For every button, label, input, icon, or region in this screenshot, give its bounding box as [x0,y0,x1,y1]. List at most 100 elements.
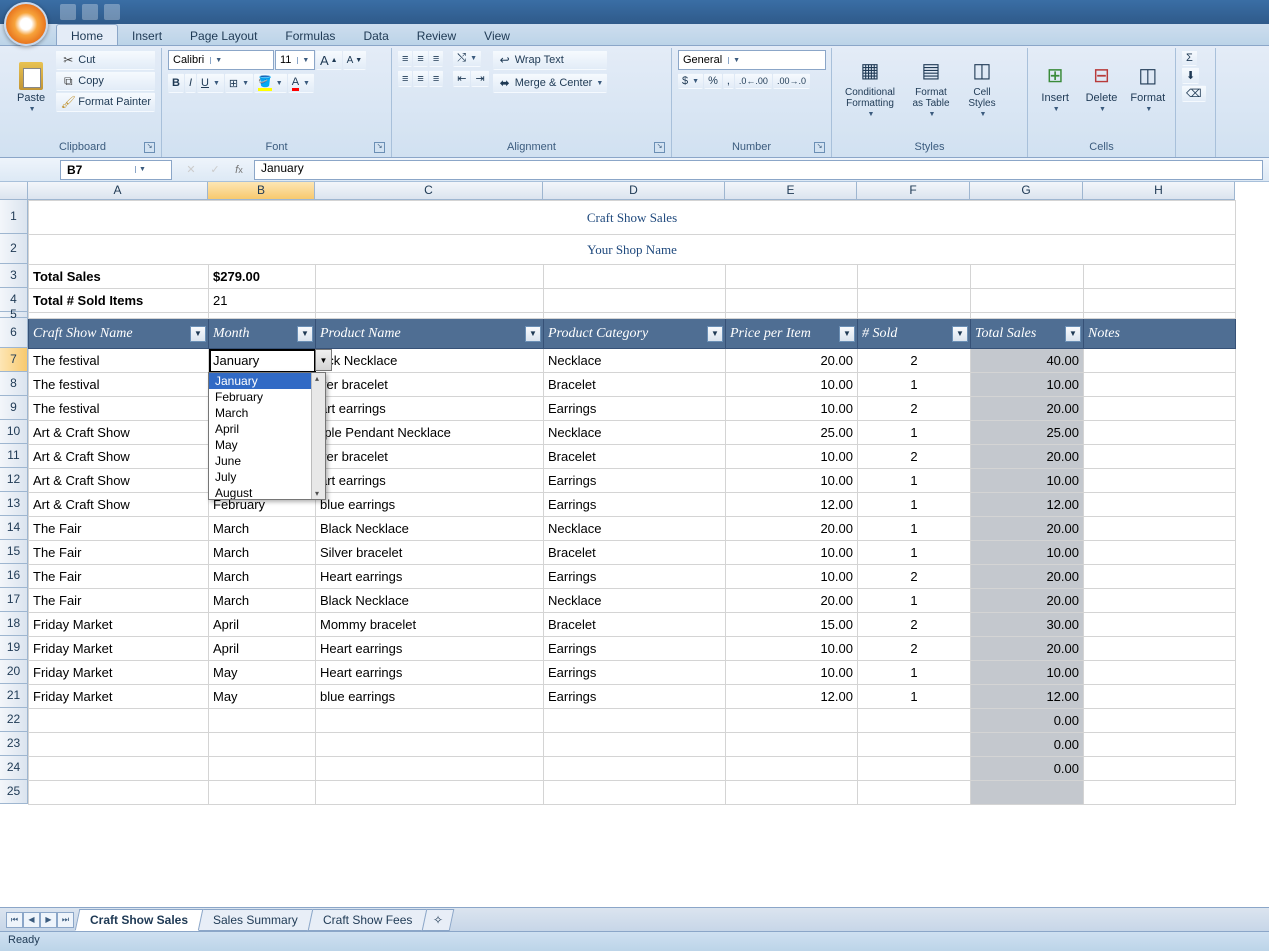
dropdown-option[interactable]: July [209,469,325,485]
column-header-H[interactable]: H [1083,182,1235,200]
cell[interactable]: 10.00 [726,373,858,397]
dialog-launcher-icon[interactable]: ↘ [374,142,385,153]
cell[interactable]: 15.00 [726,613,858,637]
align-middle-button[interactable]: ≡ [413,50,427,67]
tab-home[interactable]: Home [56,24,118,45]
font-color-button[interactable]: A▼ [288,73,314,93]
italic-button[interactable]: I [185,73,196,93]
cell[interactable] [971,289,1084,313]
cell[interactable] [544,265,726,289]
cell[interactable] [971,265,1084,289]
row-header-1[interactable]: 1 [0,200,28,234]
cell[interactable]: 10.00 [726,397,858,421]
font-size-combo[interactable]: 11▼ [275,50,315,70]
enter-formula-icon[interactable]: ✓ [206,161,224,179]
cell[interactable]: Art & Craft Show [29,421,209,445]
row-header-17[interactable]: 17 [0,588,28,612]
cell[interactable] [1084,397,1236,421]
align-left-button[interactable]: ≡ [398,70,412,87]
cell[interactable]: 10.00 [726,445,858,469]
cell[interactable]: 1 [858,373,971,397]
cell[interactable] [726,781,858,805]
row-header-19[interactable]: 19 [0,636,28,660]
cell[interactable]: 20.00 [726,589,858,613]
prev-sheet-button[interactable]: ◀ [23,912,40,928]
cell[interactable]: 10.00 [726,637,858,661]
select-all-button[interactable] [0,182,28,200]
cell[interactable]: Necklace [544,421,726,445]
cell[interactable]: Bracelet [544,373,726,397]
filter-button[interactable]: ▼ [707,326,723,342]
cell-styles-button[interactable]: ◫Cell Styles▼ [960,50,1004,124]
cell[interactable]: 10.00 [726,661,858,685]
tab-insert[interactable]: Insert [118,25,176,45]
cell[interactable]: 12.00 [971,493,1084,517]
row-header-13[interactable]: 13 [0,492,28,516]
row-header-15[interactable]: 15 [0,540,28,564]
tab-review[interactable]: Review [403,25,470,45]
row-header-12[interactable]: 12 [0,468,28,492]
cell[interactable]: 1 [858,469,971,493]
cell[interactable]: 20.00 [971,637,1084,661]
cell[interactable]: Mommy bracelet [316,613,544,637]
column-header-F[interactable]: F [857,182,970,200]
filter-button[interactable]: ▼ [297,326,313,342]
cell[interactable] [1084,565,1236,589]
cell[interactable]: Bracelet [544,613,726,637]
cell[interactable] [1084,265,1236,289]
cell[interactable]: 21 [209,289,316,313]
cell[interactable] [1084,637,1236,661]
cell[interactable] [29,709,209,733]
filter-button[interactable]: ▼ [190,326,206,342]
cell[interactable]: Product Category▼ [544,319,726,349]
dropdown-option[interactable]: June [209,453,325,469]
number-format-combo[interactable]: General▼ [678,50,826,70]
cell[interactable]: 1 [858,589,971,613]
month-dropdown[interactable]: JanuaryFebruaryMarchAprilMayJuneJulyAugu… [208,372,326,500]
dropdown-option[interactable]: February [209,389,325,405]
cell[interactable] [1084,445,1236,469]
cell[interactable]: 10.00 [726,469,858,493]
cell[interactable] [1084,589,1236,613]
cell[interactable]: Craft Show Sales [29,201,1236,235]
cell[interactable] [1084,541,1236,565]
cell[interactable]: Earrings [544,397,726,421]
decrease-indent-button[interactable]: ⇤ [453,70,470,87]
cancel-formula-icon[interactable]: ✕ [182,161,200,179]
cell[interactable]: May [209,661,316,685]
cell[interactable]: Earrings [544,685,726,709]
cell[interactable]: March [209,589,316,613]
qat-redo-icon[interactable] [104,4,120,20]
new-sheet-button[interactable]: ✧ [422,909,455,931]
row-header-21[interactable]: 21 [0,684,28,708]
cell[interactable] [29,757,209,781]
delete-cells-button[interactable]: ⊟Delete▼ [1080,50,1122,124]
cell[interactable]: 20.00 [726,349,858,373]
cell[interactable]: January [209,349,316,373]
cell[interactable] [1084,661,1236,685]
cell[interactable] [1084,517,1236,541]
cell[interactable] [858,733,971,757]
row-header-9[interactable]: 9 [0,396,28,420]
cell[interactable] [544,757,726,781]
cell[interactable] [544,289,726,313]
cell[interactable]: March [209,517,316,541]
tab-page-layout[interactable]: Page Layout [176,25,271,45]
cell[interactable] [858,289,971,313]
cell[interactable] [1084,469,1236,493]
align-right-button[interactable]: ≡ [429,70,443,87]
cell[interactable]: 0.00 [971,709,1084,733]
cell[interactable] [544,709,726,733]
row-header-25[interactable]: 25 [0,780,28,804]
cell[interactable]: 20.00 [971,565,1084,589]
column-header-B[interactable]: B [208,182,315,200]
cell[interactable] [1084,289,1236,313]
cell[interactable]: 25.00 [971,421,1084,445]
cell[interactable]: Heart earrings [316,565,544,589]
cell[interactable]: 1 [858,517,971,541]
wrap-text-button[interactable]: ↩Wrap Text [493,50,608,70]
cell[interactable] [1084,613,1236,637]
first-sheet-button[interactable]: ⏮ [6,912,23,928]
cell[interactable]: May [209,685,316,709]
cell[interactable]: Bracelet [544,445,726,469]
